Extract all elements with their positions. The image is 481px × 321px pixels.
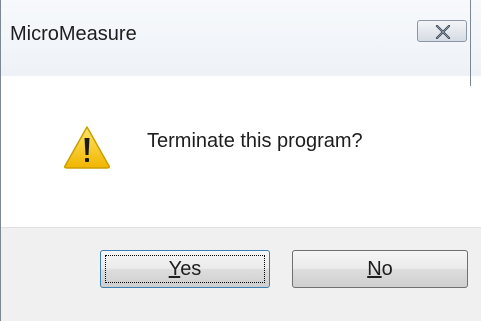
window-frame-left [0, 0, 1, 321]
no-button-label: No [367, 258, 393, 280]
message-box-window: MicroMeasure Terminate this program? Yes… [0, 0, 481, 321]
yes-button[interactable]: Yes [100, 250, 270, 288]
window-frame-right [470, 0, 471, 86]
title-bar[interactable]: MicroMeasure [1, 0, 481, 76]
window-title: MicroMeasure [10, 23, 137, 45]
yes-button-label: Yes [168, 258, 202, 280]
dialog-message: Terminate this program? [147, 130, 363, 152]
close-x-icon [435, 25, 451, 39]
close-button[interactable] [417, 20, 467, 42]
no-button[interactable]: No [292, 250, 468, 288]
warning-icon [64, 126, 110, 169]
